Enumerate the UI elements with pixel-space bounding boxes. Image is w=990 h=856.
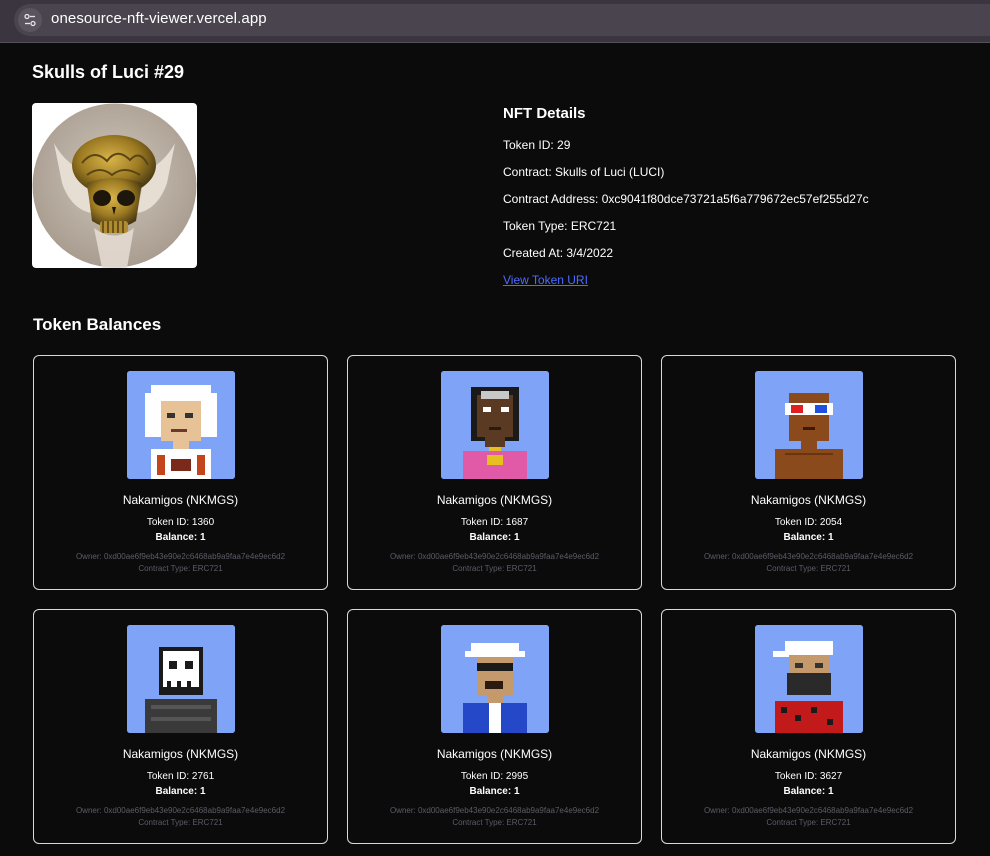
balances-heading: Token Balances xyxy=(33,315,162,334)
detail-token-id: Token ID: 29 xyxy=(503,138,571,152)
token-card[interactable]: Nakamigos (NKMGS) Token ID: 2054 Balance… xyxy=(661,355,956,590)
card-owner: Owner: 0xd00ae6f9eb43e90e2c6468ab9a9faa7… xyxy=(703,552,914,561)
detail-created-at: Created At: 3/4/2022 xyxy=(503,246,614,260)
token-card[interactable]: Nakamigos (NKMGS) Token ID: 2761 Balance… xyxy=(33,609,328,844)
browser-toolbar: onesource-nft-viewer.vercel.app xyxy=(0,0,990,43)
address-bar[interactable]: onesource-nft-viewer.vercel.app xyxy=(14,4,990,36)
card-balance: Balance: 1 xyxy=(783,786,834,797)
token-card[interactable]: Nakamigos (NKMGS) Token ID: 1360 Balance… xyxy=(33,355,328,590)
token-card[interactable]: Nakamigos (NKMGS) Token ID: 3627 Balance… xyxy=(661,609,956,844)
card-token-id: Token ID: 1687 xyxy=(460,517,529,528)
card-collection-name: Nakamigos (NKMGS) xyxy=(436,747,553,761)
card-balance: Balance: 1 xyxy=(155,532,206,543)
card-collection-name: Nakamigos (NKMGS) xyxy=(750,493,867,507)
detail-token-type: Token Type: ERC721 xyxy=(503,219,617,233)
card-balance: Balance: 1 xyxy=(469,786,520,797)
card-contract-type: Contract Type: ERC721 xyxy=(452,818,537,827)
card-contract-type: Contract Type: ERC721 xyxy=(452,564,537,573)
card-contract-type: Contract Type: ERC721 xyxy=(138,564,223,573)
site-settings-icon[interactable] xyxy=(18,8,42,32)
card-owner: Owner: 0xd00ae6f9eb43e90e2c6468ab9a9faa7… xyxy=(703,806,914,815)
nft-image xyxy=(32,103,197,268)
card-collection-name: Nakamigos (NKMGS) xyxy=(436,493,553,507)
card-balance: Balance: 1 xyxy=(783,532,834,543)
card-balance: Balance: 1 xyxy=(155,786,206,797)
card-owner: Owner: 0xd00ae6f9eb43e90e2c6468ab9a9faa7… xyxy=(389,552,600,561)
token-avatar xyxy=(127,371,235,479)
card-balance: Balance: 1 xyxy=(469,532,520,543)
token-avatar xyxy=(127,625,235,733)
detail-contract: Contract: Skulls of Luci (LUCI) xyxy=(503,165,665,179)
card-token-id: Token ID: 1360 xyxy=(146,517,215,528)
card-contract-type: Contract Type: ERC721 xyxy=(138,818,223,827)
detail-contract-address: Contract Address: 0xc9041f80dce73721a5f6… xyxy=(503,192,869,206)
token-avatar xyxy=(755,371,863,479)
token-card[interactable]: Nakamigos (NKMGS) Token ID: 1687 Balance… xyxy=(347,355,642,590)
url-text[interactable]: onesource-nft-viewer.vercel.app xyxy=(51,10,267,27)
token-card[interactable]: Nakamigos (NKMGS) Token ID: 2995 Balance… xyxy=(347,609,642,844)
card-owner: Owner: 0xd00ae6f9eb43e90e2c6468ab9a9faa7… xyxy=(75,806,286,815)
token-avatar xyxy=(755,625,863,733)
card-token-id: Token ID: 2995 xyxy=(460,771,529,782)
card-token-id: Token ID: 2054 xyxy=(774,517,843,528)
card-owner: Owner: 0xd00ae6f9eb43e90e2c6468ab9a9faa7… xyxy=(389,806,600,815)
card-token-id: Token ID: 2761 xyxy=(146,771,215,782)
card-owner: Owner: 0xd00ae6f9eb43e90e2c6468ab9a9faa7… xyxy=(75,552,286,561)
card-collection-name: Nakamigos (NKMGS) xyxy=(122,493,239,507)
page-title: Skulls of Luci #29 xyxy=(32,62,185,82)
token-avatar xyxy=(441,625,549,733)
card-contract-type: Contract Type: ERC721 xyxy=(766,818,851,827)
card-contract-type: Contract Type: ERC721 xyxy=(766,564,851,573)
token-avatar xyxy=(441,371,549,479)
card-collection-name: Nakamigos (NKMGS) xyxy=(122,747,239,761)
view-token-uri-link[interactable]: View Token URI xyxy=(503,273,588,287)
card-token-id: Token ID: 3627 xyxy=(774,771,843,782)
details-heading: NFT Details xyxy=(503,105,586,122)
card-collection-name: Nakamigos (NKMGS) xyxy=(750,747,867,761)
